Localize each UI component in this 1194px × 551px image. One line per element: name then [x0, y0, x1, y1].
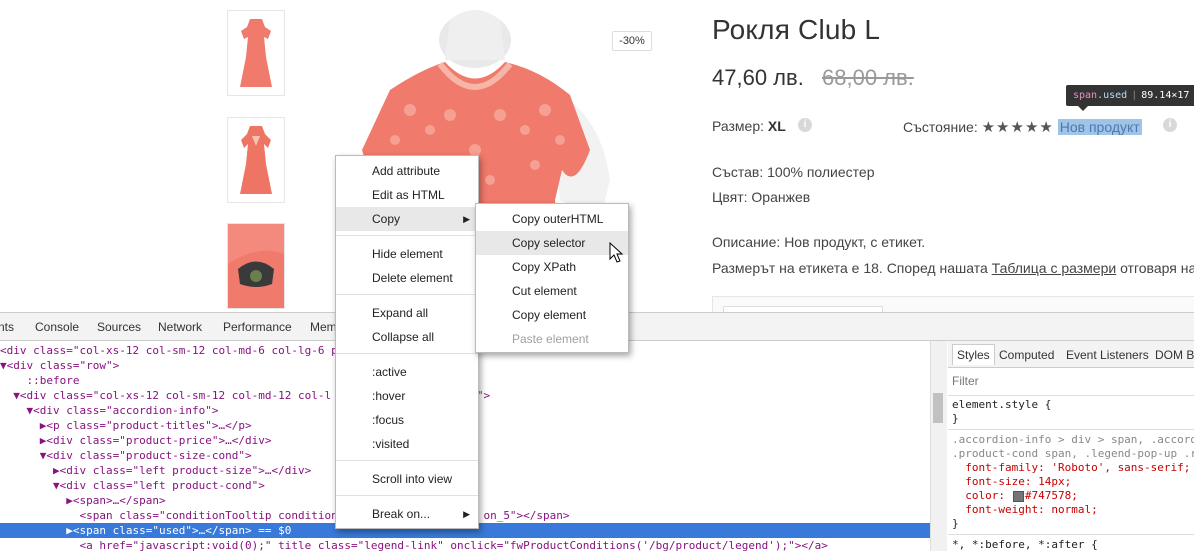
- size-value: XL: [767, 118, 786, 134]
- menu-cut-element[interactable]: Cut element: [476, 279, 628, 303]
- size-note-suffix: отговаря на: [1116, 260, 1194, 276]
- dom-line[interactable]: ::before: [0, 373, 79, 388]
- size-table-link[interactable]: Таблица с размери: [992, 260, 1117, 276]
- submenu-arrow-icon: ▶: [463, 214, 470, 224]
- elements-scrollbar[interactable]: [930, 341, 947, 551]
- inspect-tooltip: span.used | 89.14×17: [1066, 85, 1194, 111]
- menu-delete-element[interactable]: Delete element: [336, 266, 478, 290]
- menu-copy-selector[interactable]: Copy selector: [476, 231, 628, 255]
- menu-state-active[interactable]: :active: [336, 360, 478, 384]
- menu-hide-element[interactable]: Hide element: [336, 242, 478, 266]
- dom-line[interactable]: ▶<span>…</span>: [0, 493, 165, 508]
- dom-line[interactable]: ▼<div class="accordion-info">: [0, 403, 218, 418]
- menu-paste-element[interactable]: Paste element: [476, 327, 628, 351]
- thumbnail-2[interactable]: [227, 117, 285, 203]
- mouse-cursor-icon: [609, 242, 624, 263]
- condition-value: Нов продукт: [1057, 119, 1142, 135]
- tab-console[interactable]: Console: [35, 320, 79, 334]
- thumbnail-1[interactable]: [227, 10, 285, 96]
- tab-performance[interactable]: Performance: [223, 320, 292, 334]
- copy-submenu: Copy outerHTML Copy selector Copy XPath …: [475, 203, 629, 353]
- condition-info-icon[interactable]: i: [1163, 118, 1177, 132]
- menu-copy-xpath[interactable]: Copy XPath: [476, 255, 628, 279]
- dom-line[interactable]: ▼<div class="row">: [0, 358, 119, 373]
- menu-copy[interactable]: Copy ▶: [336, 207, 478, 231]
- discount-badge: -30%: [612, 31, 652, 51]
- style-selector: *, *:before, *:after {: [952, 538, 1098, 551]
- size-row: Размер: XL: [712, 118, 786, 134]
- color-swatch-icon[interactable]: [1013, 491, 1024, 502]
- style-prop-font-weight[interactable]: font-weight: normal;: [952, 503, 1097, 517]
- tab-styles[interactable]: Styles: [952, 344, 995, 365]
- tooltip-tag: span: [1073, 90, 1098, 101]
- menu-edit-as-html[interactable]: Edit as HTML: [336, 183, 478, 207]
- product-old-price: 68,00 лв.: [822, 65, 914, 90]
- thumbnail-3[interactable]: [227, 223, 285, 309]
- size-note: Размерът на етикета е 18. Според нашата …: [712, 260, 1194, 276]
- tab-network[interactable]: Network: [158, 320, 202, 334]
- style-line: element.style {: [952, 398, 1052, 411]
- description-text: Описание: Нов продукт, с етикет.: [712, 234, 926, 250]
- menu-scroll-into-view[interactable]: Scroll into view: [336, 467, 478, 491]
- menu-add-attribute[interactable]: Add attribute: [336, 159, 478, 183]
- styles-pane: Styles Computed Event Listeners DOM B Fi…: [948, 341, 1194, 551]
- dom-line[interactable]: <a href="javascript:void(0);" title clas…: [0, 538, 827, 551]
- menu-expand-all[interactable]: Expand all: [336, 301, 478, 325]
- style-selector: .accordion-info > div > span, .accord: [952, 433, 1194, 446]
- menu-break-on[interactable]: Break on... ▶: [336, 502, 478, 526]
- menu-copy-outerhtml[interactable]: Copy outerHTML: [476, 207, 628, 231]
- elements-scroll-thumb[interactable]: [933, 393, 943, 423]
- dress-image: [240, 126, 272, 194]
- fabric-closeup-image: [228, 224, 284, 308]
- condition-stars: ★★★★★: [981, 119, 1054, 136]
- dom-line[interactable]: ▼<div class="product-size-cond">: [0, 448, 252, 463]
- style-line: }: [952, 517, 959, 530]
- size-info-icon[interactable]: i: [798, 118, 812, 132]
- tooltip-class: .used: [1097, 90, 1128, 101]
- condition-label: Състояние:: [903, 119, 978, 135]
- menu-collapse-all[interactable]: Collapse all: [336, 325, 478, 349]
- style-prop-font-family[interactable]: font-family: 'Roboto', sans-serif;: [952, 461, 1190, 475]
- style-prop-font-size[interactable]: font-size: 14px;: [952, 475, 1071, 489]
- dom-line[interactable]: ▶<div class="left product-size">…</div>: [0, 463, 311, 478]
- color-text: Цвят: Оранжев: [712, 189, 811, 205]
- tab-computed[interactable]: Computed: [999, 348, 1054, 362]
- tab-memory[interactable]: Mem: [310, 320, 337, 334]
- tooltip-dims: 89.14×17: [1141, 90, 1190, 101]
- context-menu: Add attribute Edit as HTML Copy ▶ Hide el…: [335, 155, 479, 529]
- tab-elements[interactable]: nts: [0, 320, 14, 334]
- style-selector: .product-cond span, .legend-pop-up .r: [952, 447, 1194, 460]
- dom-line[interactable]: ▶<div class="product-price">…</div>: [0, 433, 272, 448]
- style-line: }: [952, 412, 959, 425]
- menu-state-visited[interactable]: :visited: [336, 432, 478, 456]
- product-title: Рокля Club L: [712, 14, 881, 45]
- menu-state-focus[interactable]: :focus: [336, 408, 478, 432]
- size-note-prefix: Размерът на етикета е 18. Според нашата: [712, 260, 992, 276]
- styles-filter-input[interactable]: Filter: [952, 374, 979, 388]
- tab-sources[interactable]: Sources: [97, 320, 141, 334]
- styles-tabbar: Styles Computed Event Listeners DOM B: [948, 341, 1194, 368]
- menu-state-hover[interactable]: :hover: [336, 384, 478, 408]
- menu-copy-element[interactable]: Copy element: [476, 303, 628, 327]
- dom-line[interactable]: <span class="conditionTooltip condition-…: [0, 508, 569, 523]
- size-label: Размер:: [712, 118, 765, 134]
- submenu-arrow-icon: ▶: [463, 509, 470, 519]
- tab-event-listeners[interactable]: Event Listeners: [1066, 348, 1149, 362]
- condition-row: Състояние: ★★★★★ Нов продукт: [903, 118, 1142, 136]
- tab-dom-breakpoints[interactable]: DOM B: [1155, 348, 1194, 362]
- dom-line[interactable]: ▼<div class="left product-cond">: [0, 478, 265, 493]
- dress-image: [240, 19, 272, 87]
- product-price: 47,60 лв.: [712, 65, 804, 90]
- composition-text: Състав: 100% полиестер: [712, 164, 875, 180]
- dom-line[interactable]: <div class="col-xs-12 col-sm-12 col-md-6…: [0, 343, 338, 358]
- dom-line[interactable]: ▶<p class="product-titles">…</p>: [0, 418, 252, 433]
